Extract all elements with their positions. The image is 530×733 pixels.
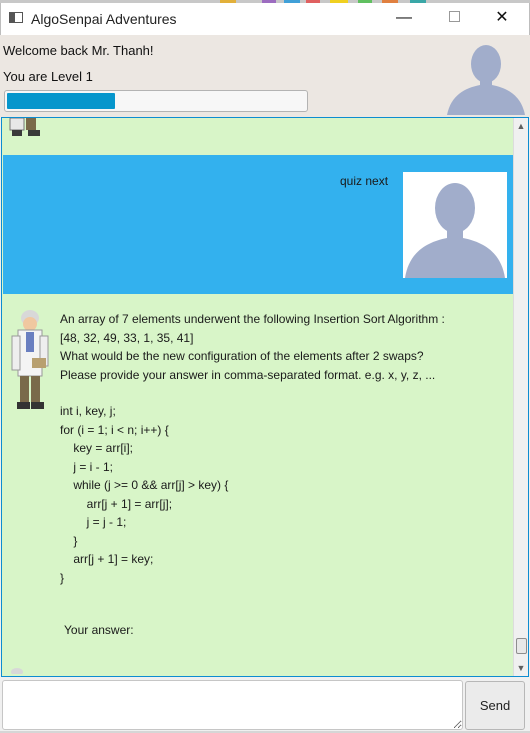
question-line: Please provide your answer in comma-sepa… bbox=[60, 367, 436, 382]
level-progress-fill bbox=[7, 93, 115, 109]
question-line: An array of 7 elements underwent the fol… bbox=[60, 312, 445, 326]
scroll-thumb[interactable] bbox=[516, 638, 527, 654]
question-line: What would be the new configuration of t… bbox=[60, 349, 424, 363]
scroll-up-icon[interactable]: ▲ bbox=[514, 119, 528, 133]
send-button[interactable]: Send bbox=[465, 681, 525, 730]
code-line: } bbox=[60, 570, 65, 585]
level-progress-bar bbox=[4, 90, 308, 112]
code-line: arr[j + 1] = key; bbox=[60, 552, 154, 566]
status-header: Welcome back Mr. Thanh! You are Level 1 bbox=[0, 35, 530, 117]
question-line: [48, 32, 49, 33, 1, 35, 41] bbox=[60, 330, 194, 345]
chat-scroll-pane[interactable]: quiz next An array of 7 elements underwe… bbox=[1, 117, 529, 677]
scroll-down-icon[interactable]: ▼ bbox=[514, 661, 528, 675]
user-avatar-icon bbox=[447, 37, 525, 115]
user-message-bubble: quiz next bbox=[3, 155, 513, 294]
level-text: You are Level 1 bbox=[3, 69, 93, 84]
code-block: int i, key, j; for (i = 1; i < n; i++) { … bbox=[60, 402, 500, 587]
maximize-button[interactable] bbox=[431, 3, 477, 35]
code-line: j = j - 1; bbox=[60, 515, 127, 529]
professor-sprite-partial-icon bbox=[11, 668, 23, 674]
code-line: for (i = 1; i < n; i++) { bbox=[60, 422, 169, 437]
message-input[interactable] bbox=[2, 680, 463, 730]
code-line: while (j >= 0 && arr[j] > key) { bbox=[60, 478, 229, 492]
answer-prompt: Your answer: bbox=[64, 623, 134, 637]
window-titlebar: AlgoSenpai Adventures — ✕ bbox=[0, 3, 530, 35]
window-title: AlgoSenpai Adventures bbox=[31, 11, 177, 27]
code-line: key = arr[i]; bbox=[60, 441, 134, 455]
chat-scrollbar[interactable]: ▲ ▼ bbox=[513, 118, 528, 676]
code-line: j = i - 1; bbox=[60, 459, 114, 474]
code-line: int i, key, j; bbox=[60, 404, 116, 418]
app-window-icon bbox=[9, 12, 23, 23]
maximize-icon bbox=[448, 11, 460, 22]
bot-message-text: An array of 7 elements underwent the fol… bbox=[60, 310, 500, 587]
code-line: } bbox=[60, 533, 78, 548]
user-message-text: quiz next bbox=[340, 174, 389, 188]
welcome-text: Welcome back Mr. Thanh! bbox=[3, 43, 154, 58]
user-avatar-icon bbox=[403, 172, 507, 278]
minimize-button[interactable]: — bbox=[381, 3, 427, 35]
question-lines: An array of 7 elements underwent the fol… bbox=[60, 310, 500, 384]
close-button[interactable]: ✕ bbox=[479, 3, 525, 35]
professor-sprite-partial-icon bbox=[9, 118, 40, 136]
professor-bot-avatar-icon bbox=[11, 310, 49, 409]
code-line: arr[j + 1] = arr[j]; bbox=[60, 496, 173, 511]
